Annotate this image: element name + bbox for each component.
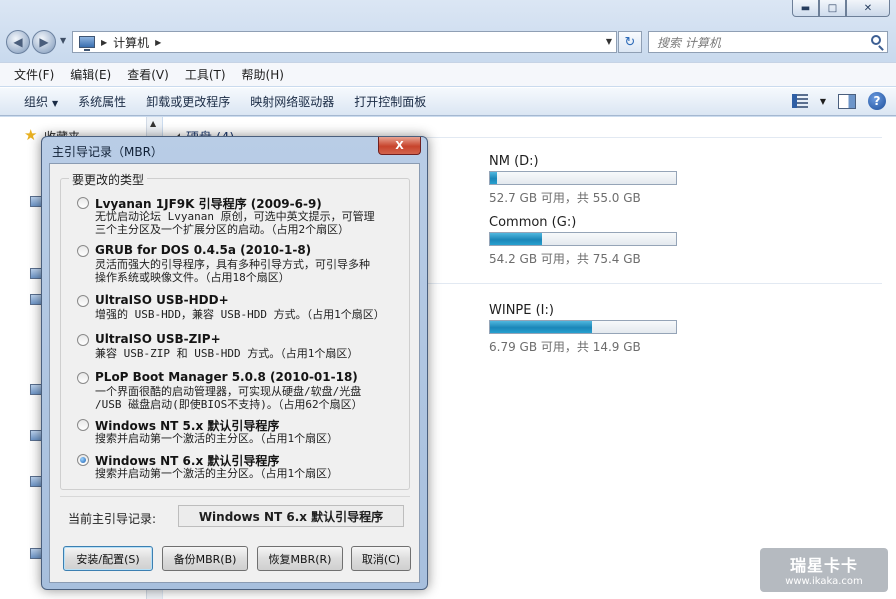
install-button[interactable]: 安装/配置(S) (63, 546, 153, 571)
drive-usage-fill (490, 172, 498, 184)
organize-label: 组织 (24, 95, 49, 109)
divider (60, 496, 410, 497)
map-network-drive-button[interactable]: 映射网络驱动器 (240, 93, 344, 110)
group-title: 要更改的类型 (69, 171, 148, 188)
chevron-down-icon: ▼ (52, 99, 59, 108)
option-description: 无忧启动论坛 Lvyanan 原创，可选中英文提示，可管理 三个主分区及一个扩展… (95, 210, 375, 236)
option-description: 搜索并启动第一个激活的主分区。（占用1个扇区） (95, 432, 339, 445)
option-label[interactable]: GRUB for DOS 0.4.5a (2010-1-8) (95, 243, 311, 257)
drive-space-info: 54.2 GB 可用，共 75.4 GB (489, 252, 641, 266)
option-label[interactable]: UltraISO USB-HDD+ (95, 293, 229, 307)
radio-button[interactable] (77, 454, 89, 466)
watermark-brand: 瑞星卡卡 (789, 556, 858, 575)
breadcrumb-computer[interactable]: 计算机 (113, 34, 149, 51)
help-icon[interactable]: ? (868, 92, 886, 110)
current-mbr-label: 当前主引导记录: (68, 512, 157, 526)
drive-usage-fill (490, 321, 593, 333)
arrow-right-icon: ▶ (39, 35, 49, 49)
option-description: 搜索并启动第一个激活的主分区。（占用1个扇区） (95, 467, 339, 480)
drive-name: WINPE (I:) (489, 303, 554, 318)
drive-space-info: 52.7 GB 可用，共 55.0 GB (489, 191, 641, 205)
radio-button[interactable] (77, 334, 89, 346)
dialog-close-button[interactable]: X (378, 137, 421, 155)
drive-usage-fill (490, 233, 543, 245)
organize-button[interactable]: 组织 ▼ (14, 93, 68, 110)
drive-usage-bar (489, 232, 677, 246)
menu-file[interactable]: 文件(F) (6, 66, 62, 83)
watermark-url: www.ikaka.com (785, 576, 863, 587)
computer-icon (79, 36, 95, 51)
menu-view[interactable]: 查看(V) (119, 66, 177, 83)
star-icon: ★ (24, 126, 38, 144)
radio-button[interactable] (77, 372, 89, 384)
backup-mbr-button[interactable]: 备份MBR(B) (162, 546, 248, 571)
uninstall-program-button[interactable]: 卸载或更改程序 (136, 93, 240, 110)
forward-button[interactable]: ▶ (32, 30, 56, 54)
minimize-button[interactable]: ▬ (792, 0, 819, 17)
current-mbr-value: Windows NT 6.x 默认引导程序 (178, 505, 404, 527)
arrow-left-icon: ◀ (13, 35, 23, 49)
drive-usage-bar (489, 171, 677, 185)
drive-name: NM (D:) (489, 154, 539, 169)
option-description: 兼容 USB-ZIP 和 USB-HDD 方式。（占用1个扇区） (95, 347, 359, 360)
drive-name: Common (G:) (489, 215, 577, 230)
open-control-panel-button[interactable]: 打开控制面板 (344, 93, 436, 110)
caption-buttons: ▬ □ ✕ (792, 0, 890, 17)
menu-help[interactable]: 帮助(H) (234, 66, 292, 83)
scroll-up-icon[interactable]: ▲ (150, 119, 156, 128)
option-description: 灵活而强大的引导程序，具有多种引导方式，可引导多种 操作系统或映像文件。（占用1… (95, 258, 370, 284)
search-placeholder: 搜索 计算机 (657, 35, 721, 50)
option-label[interactable]: UltraISO USB-ZIP+ (95, 332, 221, 346)
dialog-body: 要更改的类型 Lvyanan 1JF9K 引导程序 (2009-6-9) 无忧启… (49, 163, 420, 583)
cancel-button[interactable]: 取消(C) (351, 546, 411, 571)
recent-pages-dropdown[interactable]: ▼ (60, 36, 66, 45)
menu-bar: 文件(F) 编辑(E) 查看(V) 工具(T) 帮助(H) (0, 62, 896, 86)
system-properties-button[interactable]: 系统属性 (68, 93, 136, 110)
mbr-dialog: 主引导记录（MBR） X 要更改的类型 Lvyanan 1JF9K 引导程序 (… (41, 136, 428, 590)
restore-mbr-button[interactable]: 恢复MBR(R) (257, 546, 343, 571)
change-view-icon[interactable] (791, 94, 808, 108)
radio-button[interactable] (77, 197, 89, 209)
radio-button[interactable] (77, 295, 89, 307)
breadcrumb-chevron-icon[interactable]: ▶ (155, 38, 161, 47)
close-button[interactable]: ✕ (846, 0, 890, 17)
watermark-logo: 瑞星卡卡 www.ikaka.com (760, 548, 888, 592)
address-row: ◀ ▶ ▼ ▶ 计算机 ▶ ▼ ↻ 搜索 计算机 (4, 28, 890, 56)
drive-space-info: 6.79 GB 可用，共 14.9 GB (489, 340, 641, 354)
drive-usage-bar (489, 320, 677, 334)
dialog-title: 主引导记录（MBR） (52, 145, 163, 159)
mbr-type-group: 要更改的类型 Lvyanan 1JF9K 引导程序 (2009-6-9) 无忧启… (60, 171, 410, 490)
preview-pane-icon[interactable] (838, 93, 856, 109)
menu-tools[interactable]: 工具(T) (177, 66, 234, 83)
radio-button[interactable] (77, 245, 89, 257)
command-bar: 组织 ▼ 系统属性 卸载或更改程序 映射网络驱动器 打开控制面板 ▼ ? (0, 87, 896, 116)
address-history-dropdown[interactable]: ▼ (606, 37, 612, 46)
refresh-button[interactable]: ↻ (618, 31, 642, 53)
search-icon[interactable] (871, 35, 881, 45)
address-bar[interactable]: ▶ 计算机 ▶ ▼ (72, 31, 617, 53)
toolbar-right: ▼ ? (791, 92, 886, 110)
breadcrumb-chevron-icon[interactable]: ▶ (101, 38, 107, 47)
radio-button[interactable] (77, 419, 89, 431)
maximize-button[interactable]: □ (819, 0, 846, 17)
back-button[interactable]: ◀ (6, 30, 30, 54)
refresh-icon: ↻ (624, 34, 636, 50)
option-description: 增强的 USB-HDD，兼容 USB-HDD 方式。（占用1个扇区） (95, 308, 385, 321)
option-description: 一个界面很酷的启动管理器，可实现从硬盘/软盘/光盘 /USB 磁盘启动(即使BI… (95, 385, 363, 411)
menu-edit[interactable]: 编辑(E) (62, 66, 119, 83)
chevron-down-icon[interactable]: ▼ (820, 97, 826, 106)
search-input[interactable]: 搜索 计算机 (648, 31, 888, 53)
option-label[interactable]: PLoP Boot Manager 5.0.8 (2010-01-18) (95, 370, 358, 384)
